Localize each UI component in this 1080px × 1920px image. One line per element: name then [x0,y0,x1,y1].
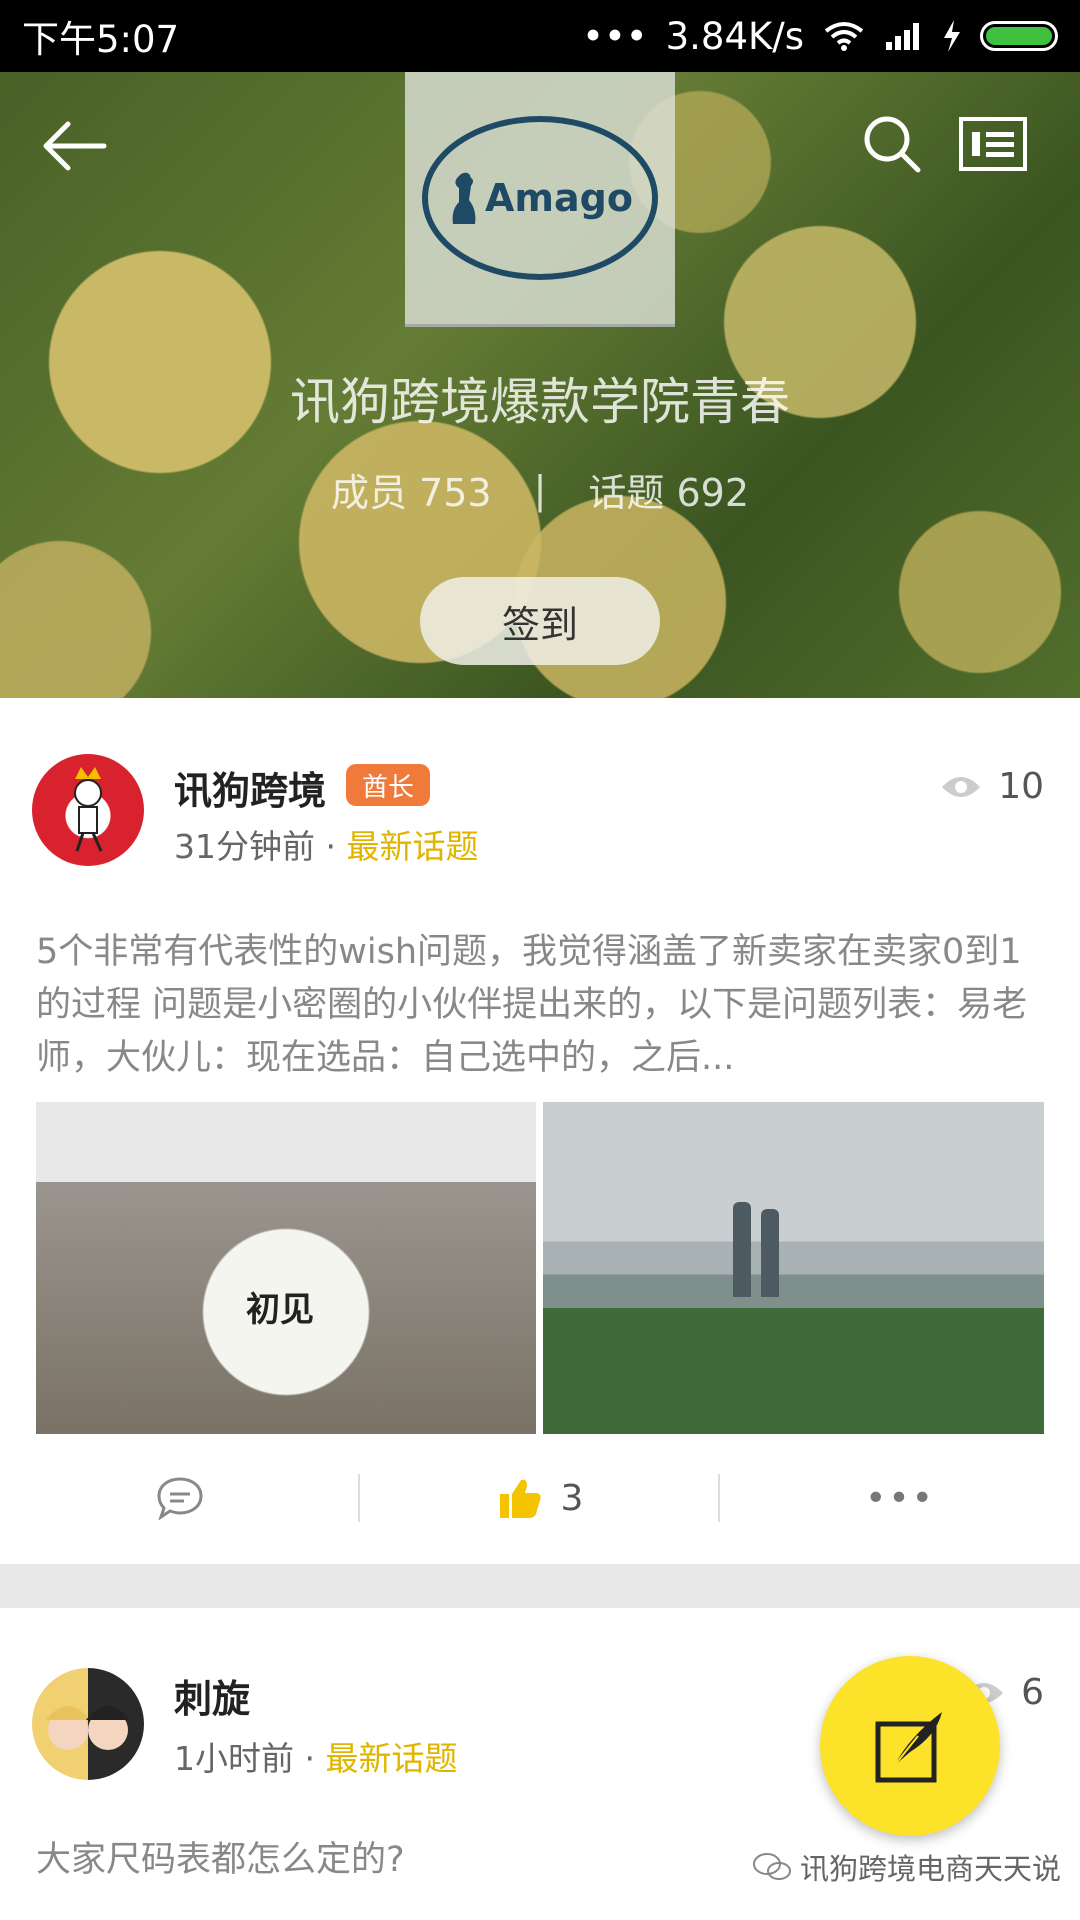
views-number: 6 [1021,1672,1044,1713]
thumbs-up-icon [499,1479,541,1518]
logo-text: Amago [485,176,633,220]
comment-button[interactable] [0,1476,360,1520]
dog-icon [452,172,476,224]
watermark: 讯狗跨境电商天天说 [752,1846,1061,1888]
tower-shape [761,1209,779,1297]
compose-quill-icon [875,1712,942,1783]
post-time: 1小时前 · [174,1739,326,1778]
comment-icon [157,1477,203,1520]
group-name: 讯狗跨境爆款学院青春 [290,373,790,431]
post-meta: 31分钟前 · 最新话题 [174,820,478,868]
signal-icon [886,23,919,50]
role-badge: 酋长 [346,764,430,806]
post-meta: 1小时前 · 最新话题 [174,1732,457,1780]
wechat-icon [753,1853,791,1880]
search-icon[interactable] [860,112,924,176]
network-speed: 3.84K/s [665,14,804,58]
battery-fill [986,27,1052,45]
like-count: 3 [560,1477,584,1519]
avatar-figure-icon [74,767,103,852]
eye-icon [942,776,981,797]
stats-separator: | [533,467,547,512]
watermark-text: 讯狗跨境电商天天说 [800,1852,1062,1886]
battery-icon [980,21,1058,51]
author-name[interactable]: 讯狗跨境 [174,760,326,815]
menu-icon[interactable] [958,116,1028,172]
action-divider [718,1474,720,1522]
cup-label-text: 初见 [246,1290,314,1330]
post-actions: 3 ••• [0,1434,1080,1562]
action-divider [358,1474,360,1522]
avatar-faces-icon [46,1706,130,1750]
like-button[interactable]: 3 [360,1476,720,1520]
status-bar: 下午5:07 ••• 3.84K/s [0,0,1080,72]
author-name[interactable]: 刺旋 [174,1668,250,1723]
status-time: 下午5:07 [22,18,180,61]
post-time: 31分钟前 · [174,827,347,866]
status-icons: ••• 3.84K/s [582,15,1058,58]
charging-icon [944,20,960,52]
views-number: 10 [998,766,1044,807]
avatar[interactable] [32,1668,144,1780]
post-category[interactable]: 最新话题 [325,1739,457,1778]
post-category[interactable]: 最新话题 [346,827,478,866]
post-card[interactable]: 讯狗跨境 酋长 31分钟前 · 最新话题 10 5个非常有代表性的wish问题，… [0,698,1080,1564]
topics-count[interactable]: 话题 692 [588,462,749,517]
group-stats: 成员 753 | 话题 692 [0,462,1080,517]
more-icon: ••• [865,1477,935,1519]
group-header: Amago 讯狗跨境爆款学院青春 成员 753 | 话题 692 签到 [0,72,1080,698]
post-separator [0,1564,1080,1608]
more-dots: ••• [582,14,648,58]
post-text[interactable]: 5个非常有代表性的wish问题，我觉得涵盖了新卖家在卖家0到1的过程 问题是小密… [36,926,1046,1085]
wifi-icon [824,22,864,51]
more-button[interactable]: ••• [720,1478,1080,1519]
compose-button[interactable] [820,1656,1000,1836]
avatar[interactable] [32,754,144,866]
members-count[interactable]: 成员 753 [331,462,492,517]
back-arrow-icon[interactable] [38,116,108,176]
checkin-button[interactable]: 签到 [420,577,660,665]
tower-shape [733,1202,751,1297]
post-image-1[interactable]: 初见 [36,1102,536,1434]
logo-emblem: Amago [422,116,658,280]
group-logo: Amago [405,72,675,327]
view-count: 10 [940,766,1044,807]
post-image-2[interactable] [543,1102,1044,1434]
